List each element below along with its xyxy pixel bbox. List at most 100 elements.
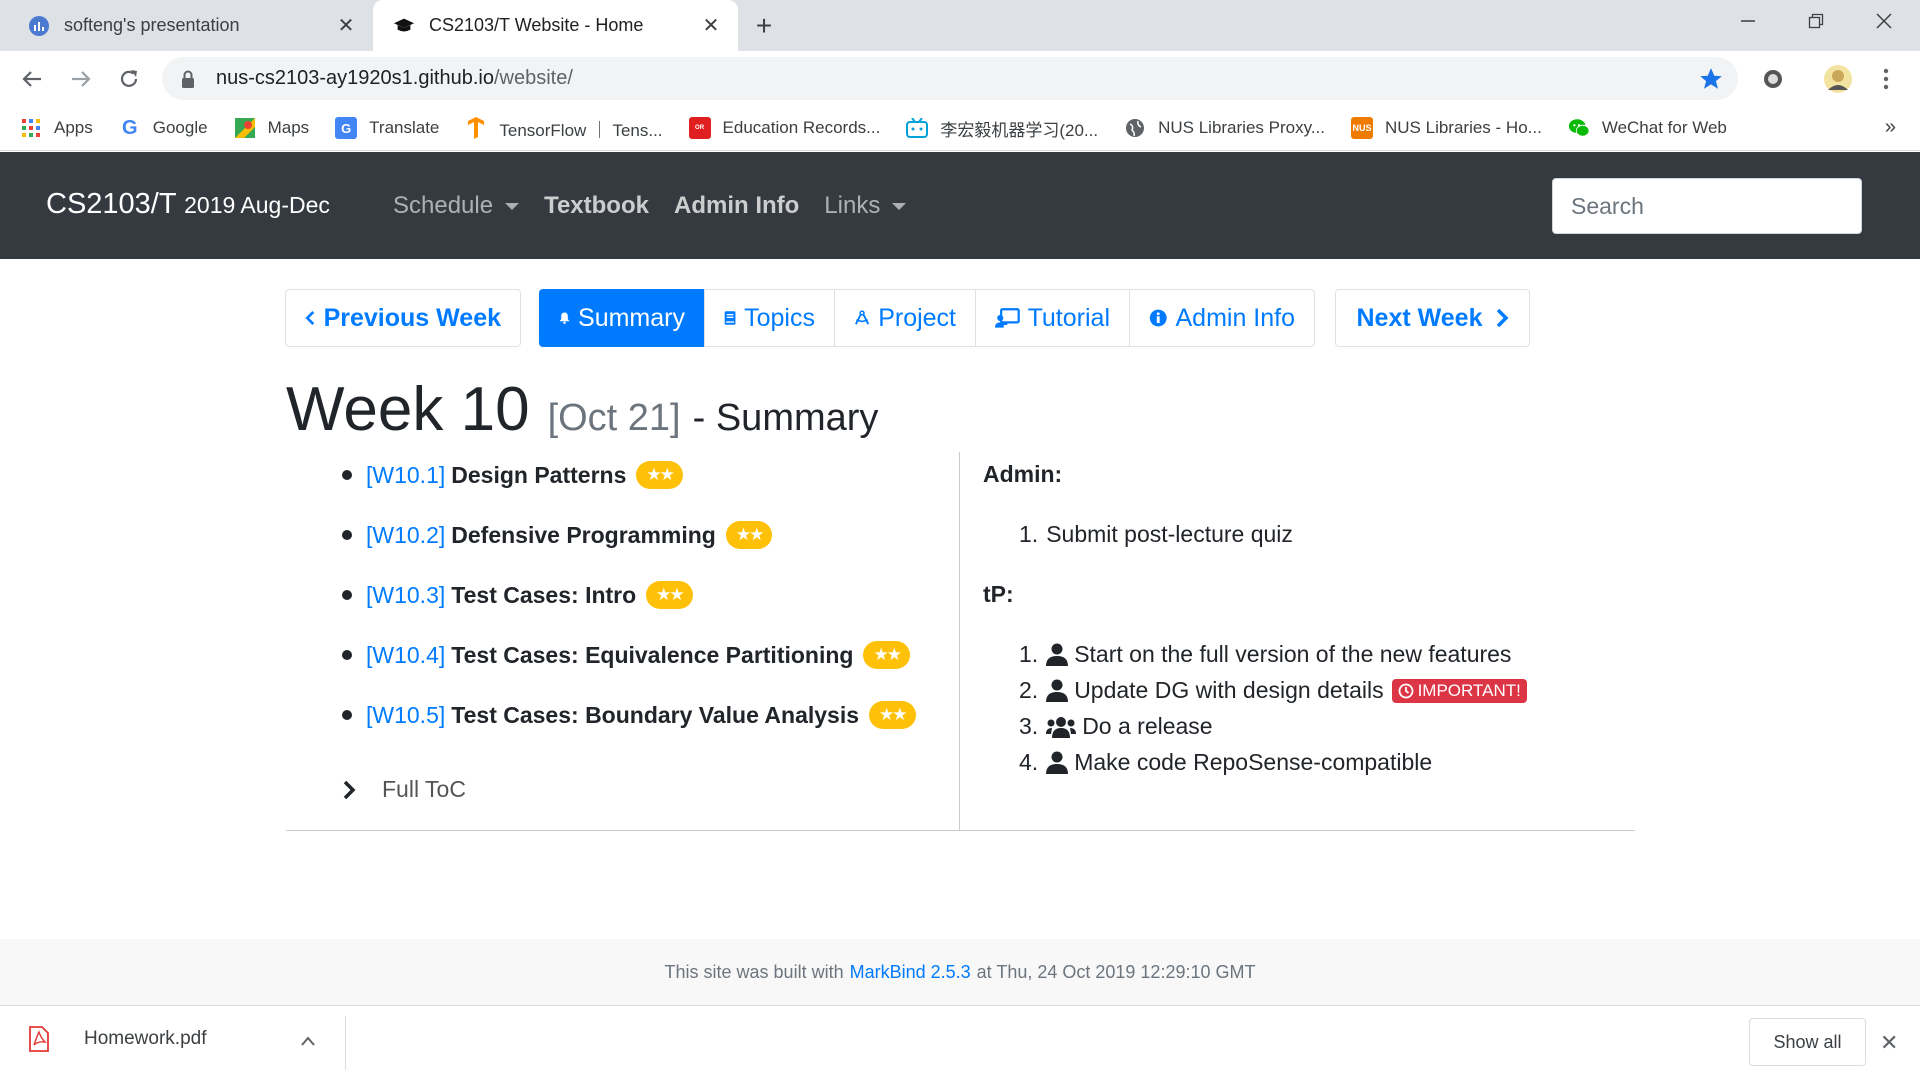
list-item: [W10.4] Test Cases: Equivalence Partitio… [342,641,910,669]
download-bar: Homework.pdf Show all ✕ [0,1005,1920,1080]
tab-tutorial[interactable]: Tutorial [975,289,1130,347]
window-close-icon[interactable] [1850,0,1918,42]
tab-topics[interactable]: Topics [704,289,835,347]
bell-icon [559,312,570,324]
bookmark-wechat[interactable]: WeChat for Web [1568,117,1727,139]
download-bar-close-icon[interactable]: ✕ [1880,1030,1898,1056]
bookmark-education-records[interactable]: OR Education Records... [688,117,880,139]
bookmark-label: Google [152,118,208,137]
tab-label: Admin Info [1175,303,1295,332]
download-item[interactable]: Homework.pdf [28,1026,207,1052]
topic-code-link[interactable]: [W10.4] [366,642,445,669]
bookmark-label: 李宏毅机器学习(20... [940,120,1099,140]
section-divider [286,830,1635,831]
download-separator [345,1016,346,1070]
site-navbar: CS2103/T 2019 Aug-Dec Schedule Textbook … [0,152,1920,259]
star-badge: ★★ [636,461,683,489]
week-number: Week 10 [286,375,530,444]
nav-links[interactable]: Links [824,192,907,220]
oracle-icon: OR [688,117,711,139]
profile-avatar-icon[interactable] [1822,63,1854,95]
badge-label: IMPORTANT! [1417,680,1521,700]
browser-tab-softeng[interactable]: softeng's presentation ✕ [8,0,373,51]
bookmark-nus-proxy[interactable]: NUS Libraries Proxy... [1124,117,1325,139]
star-badge: ★★ [646,581,693,609]
tab-project[interactable]: Project [834,289,976,347]
topic-code-link[interactable]: [W10.3] [366,582,445,609]
nav-schedule[interactable]: Schedule [393,192,520,220]
tab-title: CS2103/T Website - Home [429,15,644,35]
restore-icon[interactable] [1782,0,1850,42]
bookmark-nus-libraries[interactable]: NUS NUS Libraries - Ho... [1351,117,1542,139]
url-host: nus-cs2103-ay1920s1.github.io [216,67,494,89]
chevron-up-icon[interactable] [300,1034,316,1052]
info-circle-icon [1149,309,1167,327]
topic-code-link[interactable]: [W10.1] [366,462,445,489]
item-text: Make code RepoSense-compatible [1074,749,1433,775]
item-number: 4. [1019,749,1039,775]
tab-close-icon[interactable]: ✕ [331,11,361,41]
bookmark-tensorflow[interactable]: TensorFlow ｜ Tens... [465,116,663,141]
bookmark-apps[interactable]: Apps [20,117,93,139]
topic-name: Test Cases: Equivalence Partitioning [451,641,854,668]
site-nav-links: Schedule Textbook Admin Info Links [393,192,931,220]
browser-toolbar: nus-cs2103-ay1920s1.github.io/website/ [0,51,1920,106]
presentation-favicon-icon [28,15,50,37]
bookmark-google[interactable]: G Google [119,117,208,139]
bullet [342,590,352,600]
bilibili-icon [906,117,929,139]
bookmark-label: NUS Libraries Proxy... [1158,118,1325,137]
tensorflow-icon [465,117,487,139]
forward-arrow-icon[interactable] [62,60,100,98]
tab-summary[interactable]: Summary [539,289,705,347]
menu-kebab-icon[interactable] [1870,63,1902,95]
nav-admin-info[interactable]: Admin Info [674,192,799,220]
bookmarks-overflow-icon[interactable]: » [1885,116,1896,139]
extension-icon[interactable] [1757,63,1789,95]
item-number: 1. [1019,641,1039,667]
previous-week-label: Previous Week [323,303,501,332]
user-icon [1046,643,1069,666]
bookmark-maps[interactable]: Maps [234,117,309,139]
site-search-input[interactable] [1552,178,1862,234]
title-suffix: - Summary [692,397,879,439]
topic-name: Design Patterns [451,461,627,488]
apps-grid-icon [20,117,42,139]
pdf-file-icon [29,1026,49,1052]
back-arrow-icon[interactable] [13,60,51,98]
user-icon [1046,679,1069,702]
bookmark-bilibili[interactable]: 李宏毅机器学习(20... [906,116,1098,141]
tasks-column: Admin: 1. Submit post-lecture quiz tP: 1… [961,452,1635,830]
full-toc-toggle[interactable]: Full ToC [342,776,466,803]
tab-close-icon[interactable]: ✕ [696,11,726,41]
globe-icon [1124,117,1146,139]
address-bar[interactable]: nus-cs2103-ay1920s1.github.io/website/ [162,57,1738,100]
new-tab-button[interactable]: + [748,10,780,42]
previous-week-button[interactable]: Previous Week [285,289,521,347]
url-path: /website/ [493,67,573,89]
topic-code-link[interactable]: [W10.2] [366,522,445,549]
reload-icon[interactable] [110,60,148,98]
tab-admin-info[interactable]: Admin Info [1129,289,1315,347]
bookmark-translate[interactable]: G Translate [335,117,439,139]
next-week-button[interactable]: Next Week [1335,289,1530,347]
nav-textbook[interactable]: Textbook [544,192,649,220]
tab-title: softeng's presentation [64,15,240,35]
chevron-right-icon [1496,308,1508,328]
show-all-downloads-button[interactable]: Show all [1749,1018,1866,1066]
item-number: 3. [1019,713,1039,739]
list-item: 3. Do a release [1019,713,1213,740]
markbind-link[interactable]: MarkBind 2.5.3 [850,962,971,983]
list-item: [W10.3] Test Cases: Intro ★★ [342,581,693,609]
browser-tab-cs2103[interactable]: CS2103/T Website - Home ✕ [373,0,738,51]
bookmark-label: Translate [369,118,440,137]
topic-code-link[interactable]: [W10.5] [366,702,445,729]
site-brand[interactable]: CS2103/T 2019 Aug-Dec [46,188,330,221]
caret-down-icon [505,202,520,210]
caret-down-icon [892,202,907,210]
list-item: [W10.5] Test Cases: Boundary Value Analy… [342,701,916,729]
item-number: 2. [1019,677,1039,703]
minimize-icon[interactable] [1714,0,1782,42]
list-item: [W10.2] Defensive Programming ★★ [342,521,773,549]
bookmark-star-icon[interactable] [1698,66,1724,92]
